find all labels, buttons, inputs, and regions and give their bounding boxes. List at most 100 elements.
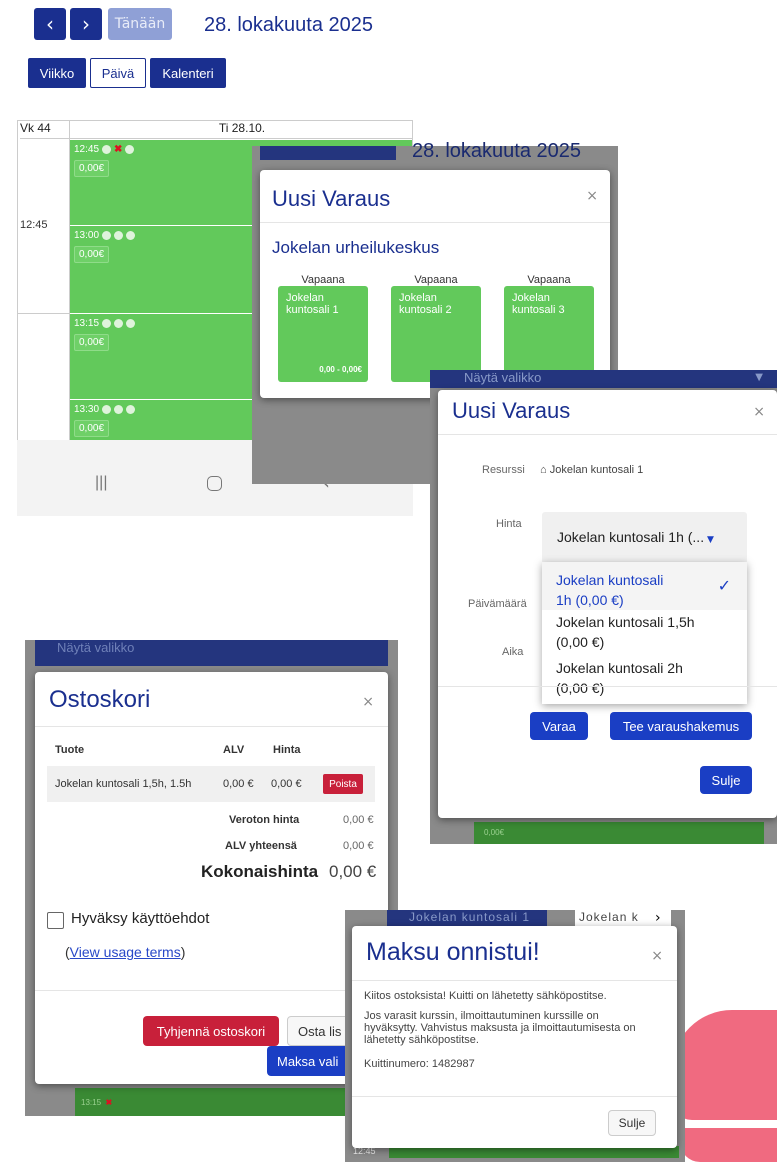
today-button[interactable]: Tänään <box>108 8 172 40</box>
modal-footer-divider <box>35 990 388 991</box>
price-option[interactable]: Jokelan kuntosali 1,5h (0,00 €) <box>542 610 747 656</box>
total-value: 0,00 € <box>329 862 377 881</box>
week-label: Vk 44 <box>20 121 70 139</box>
chevron-left-icon: ‹ <box>46 12 54 36</box>
check-icon: ✓ <box>717 576 731 595</box>
bg-date: 28. lokakuuta 2025 <box>412 140 582 162</box>
status-dot-icon <box>102 145 112 154</box>
bg-nav-bar: Näytä valikko <box>35 640 388 666</box>
close-icon[interactable]: × <box>362 694 374 710</box>
slot-time-row: 12:45 ✖ <box>74 144 135 155</box>
recents-icon[interactable]: ||| <box>95 474 107 492</box>
vat-label: ALV yhteensä <box>225 840 297 852</box>
slot-price: 0,00€ <box>74 334 110 351</box>
resource-status: Vapaana <box>527 274 571 286</box>
net-value: 0,00 € <box>343 814 374 826</box>
view-terms-text: View usage terms <box>69 944 181 960</box>
day-label: Ti 28.10. <box>70 121 412 139</box>
modal-divider <box>438 434 777 435</box>
resource-label: Resurssi <box>482 464 525 476</box>
close-button[interactable]: Sulje <box>700 766 752 794</box>
option-line: Jokelan kuntosali 2h <box>556 660 683 676</box>
option-line: 1h (0,00 €) <box>556 592 624 608</box>
status-dot-icon <box>114 231 124 240</box>
modal-footer-divider <box>352 1096 677 1097</box>
next-button[interactable]: › <box>70 8 102 40</box>
price-option[interactable]: Jokelan kuntosali 2h (0,00 €) <box>542 656 747 702</box>
total-label: Kokonaishinta <box>201 862 319 881</box>
slot-time-row: 13:00 <box>74 230 136 241</box>
modal-title: Uusi Varaus <box>272 186 391 211</box>
book-button[interactable]: Varaa <box>530 712 588 740</box>
price-option[interactable]: Jokelan kuntosali 1h (0,00 €) ✓ <box>542 562 747 610</box>
status-dot-icon <box>114 405 124 414</box>
receipt-number: Kuittinumero: 1482987 <box>364 1058 475 1070</box>
price-label: Hinta <box>496 518 522 530</box>
modal-footer-divider <box>438 686 777 687</box>
view-week-button[interactable]: Viikko <box>28 58 86 88</box>
price-dropdown: Jokelan kuntosali 1h (0,00 €) ✓ Jokelan … <box>542 562 747 704</box>
home-icon: ⌂ <box>540 464 550 476</box>
col-vat: ALV <box>223 744 245 756</box>
modal-title: Ostoskori <box>49 686 151 713</box>
resource-status: Vapaana <box>414 274 458 286</box>
view-terms-link[interactable]: (View usage terms) <box>65 944 185 960</box>
close-button[interactable]: Sulje <box>608 1110 656 1136</box>
close-icon[interactable]: × <box>753 404 765 420</box>
status-dot-icon <box>102 319 112 328</box>
modal-title: Maksu onnistui! <box>366 938 540 966</box>
status-dot-icon <box>102 231 112 240</box>
modal-divider <box>352 980 677 981</box>
date-label: Päivämäärä <box>468 598 527 610</box>
brand-decoration <box>672 1010 777 1120</box>
resource-card[interactable]: Jokelan kuntosali 1 0,00 - 0,00€ <box>278 286 368 382</box>
slot-time: 13:00 <box>74 230 100 241</box>
prev-button[interactable]: ‹ <box>34 8 66 40</box>
resource-status: Vapaana <box>301 274 345 286</box>
option-line: (0,00 €) <box>556 634 605 650</box>
bg-slot-time: 13:15 <box>81 1098 102 1107</box>
slot-price: 0,00€ <box>74 420 110 437</box>
resource-value: ⌂ Jokelan kuntosali 1 <box>540 464 643 476</box>
status-dot-icon <box>126 319 136 328</box>
modal-divider <box>260 222 610 223</box>
bg-slot-price: 0,00€ <box>484 828 505 837</box>
slot-time: 13:30 <box>74 404 100 415</box>
price-select[interactable]: Jokelan kuntosali 1h (... ▼ <box>542 512 747 564</box>
row-vat: 0,00 € <box>223 778 254 790</box>
accept-terms-checkbox[interactable] <box>47 912 64 929</box>
chevron-right-icon: › <box>82 12 90 36</box>
view-calendar-button[interactable]: Kalenteri <box>150 58 226 88</box>
bg-header-buttons <box>260 146 396 160</box>
resource-card[interactable]: Jokelan kuntosali 2 <box>391 286 481 382</box>
price-select-modal: Uusi Varaus × Resurssi ⌂ Jokelan kuntosa… <box>438 390 777 818</box>
resource-name: Jokelan kuntosali 1 <box>286 292 339 316</box>
apply-button[interactable]: Tee varaushakemus <box>610 712 752 740</box>
status-dot-icon <box>114 319 124 328</box>
status-dot-icon <box>126 231 136 240</box>
time-label: Aika <box>502 646 524 658</box>
bg-tab-arrow-icon: › <box>655 910 661 926</box>
slot-time: 13:15 <box>74 318 100 329</box>
price-select-value: Jokelan kuntosali 1h (... <box>557 529 705 545</box>
resource-price: 0,00 - 0,00€ <box>319 365 362 374</box>
resource-card[interactable]: Jokelan kuntosali 3 <box>504 286 594 382</box>
option-line: (0,00 €) <box>556 680 605 696</box>
net-label: Veroton hinta <box>229 814 300 826</box>
venue-name: Jokelan urheilukeskus <box>272 238 440 257</box>
status-dot-icon <box>125 145 135 154</box>
slot-time: 12:45 <box>74 144 100 155</box>
close-icon[interactable]: × <box>651 948 663 964</box>
home-button-icon[interactable] <box>207 476 222 491</box>
time-label: 12:45 <box>20 219 48 231</box>
cart-modal: Ostoskori × Tuote ALV Hinta Jokelan kunt… <box>35 672 388 1084</box>
clear-cart-button[interactable]: Tyhjennä ostoskori <box>143 1016 279 1046</box>
row-price: 0,00 € <box>271 778 302 790</box>
cross-icon: ✖ <box>114 144 123 155</box>
resource-name: Jokelan kuntosali 3 <box>512 292 565 316</box>
close-icon[interactable]: × <box>586 188 598 204</box>
payment-success-modal: Maksu onnistui! × Kiitos ostoksista! Kui… <box>352 926 677 1148</box>
view-day-button[interactable]: Päivä <box>90 58 146 88</box>
resource-name: Jokelan kuntosali 2 <box>399 292 452 316</box>
remove-button[interactable]: Poista <box>323 774 363 794</box>
